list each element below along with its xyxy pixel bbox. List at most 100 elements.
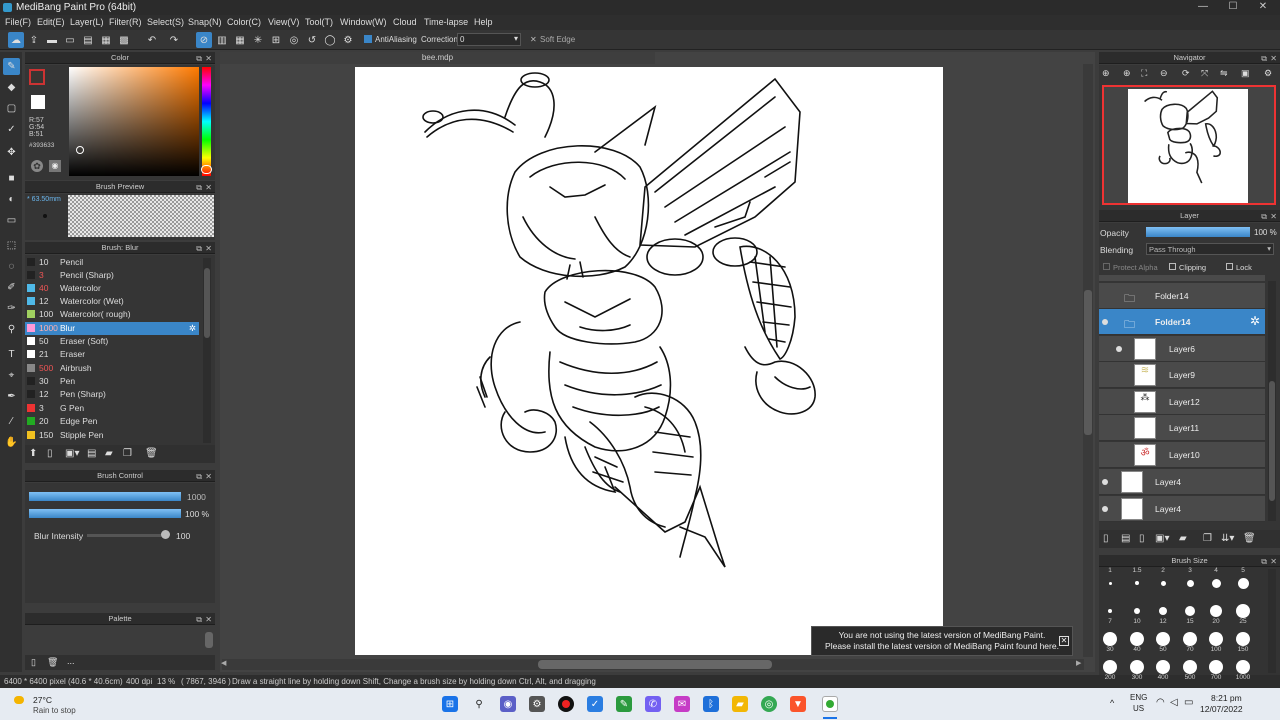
brush-size-dot[interactable]	[1236, 632, 1250, 646]
brush-item-watercolor-rough[interactable]: 100 Watercolor( rough)	[25, 308, 199, 321]
nav-settings-icon[interactable]: ⚙	[1264, 68, 1272, 79]
brush-copy-icon[interactable]: ❐	[123, 448, 132, 459]
brush-item-eraser[interactable]: 21 Eraser	[25, 348, 199, 361]
language-label[interactable]: ENG	[1130, 693, 1147, 702]
visibility-eye-icon[interactable]	[1116, 346, 1122, 352]
pen-tool-icon[interactable]: ✒	[3, 388, 20, 405]
palette-new-icon[interactable]: ▯	[31, 657, 36, 668]
snap-grid-icon[interactable]: ▦	[232, 32, 248, 48]
brush-size-dot[interactable]	[1108, 581, 1112, 585]
comment-icon[interactable]: ▬	[44, 32, 60, 48]
layer-folder-icon[interactable]: ▰	[1179, 533, 1187, 544]
frame-tool-icon[interactable]: ⌖	[3, 367, 20, 384]
feather-app-icon[interactable]: ✎	[616, 696, 632, 712]
layer-row-layer4[interactable]: Layer4	[1099, 469, 1265, 495]
layer-add-halftone-icon[interactable]: ▤	[1121, 533, 1130, 544]
dropper-tool-icon[interactable]: ⚲	[3, 321, 20, 338]
menu-tool[interactable]: Tool(T)	[305, 17, 333, 27]
weather-desc[interactable]: Rain to stop	[33, 706, 76, 715]
brush-size-dot[interactable]	[1209, 632, 1223, 646]
start-windows-icon[interactable]: ⊞	[442, 696, 458, 712]
menu-window[interactable]: Window(W)	[340, 17, 387, 27]
grid-icon[interactable]: ▩	[116, 32, 132, 48]
brush-item-edge-pen[interactable]: 20 Edge Pen	[25, 415, 199, 428]
clock-time[interactable]: 8:21 pm	[1211, 693, 1242, 703]
layer-list-scrollbar[interactable]	[1268, 281, 1276, 521]
weather-icon[interactable]	[14, 696, 24, 704]
menu-file[interactable]: File(F)	[5, 17, 31, 27]
brush-size-dot[interactable]	[1135, 581, 1139, 585]
layer-row-folder14-selected[interactable]: 🗀 Folder14 ✲	[1099, 309, 1265, 335]
brush-item-pencil-sharp[interactable]: 3 Pencil (Sharp)	[25, 269, 199, 282]
undo-icon[interactable]: ↶	[144, 32, 160, 48]
brush-properties-icon[interactable]: ▤	[87, 448, 96, 459]
brush-delete-icon[interactable]: 🗑	[145, 448, 158, 459]
menu-help[interactable]: Help	[474, 17, 493, 27]
brush-size-dot[interactable]	[1156, 660, 1170, 674]
bluetooth-app-icon[interactable]: ᛒ	[703, 696, 719, 712]
eyedropper-icon[interactable]: ⁄	[3, 413, 20, 430]
select-pen-icon[interactable]: ✐	[3, 279, 20, 296]
layer-delete-icon[interactable]: 🗑	[1243, 533, 1256, 544]
cloud-icon[interactable]: ☁	[8, 32, 24, 48]
soft-edge-label[interactable]: Soft Edge	[540, 35, 575, 44]
brush-item-airbrush[interactable]: 500 Airbrush	[25, 362, 199, 375]
notice-close-icon[interactable]: ✕	[1059, 636, 1069, 646]
hue-cursor[interactable]	[201, 165, 212, 174]
lasso-tool-icon[interactable]: ◌	[3, 258, 20, 275]
page-icon[interactable]: ▦	[98, 32, 114, 48]
brush-size-dot[interactable]	[1156, 632, 1170, 646]
redo-icon[interactable]: ↷	[166, 32, 182, 48]
visibility-eye-icon[interactable]	[1102, 506, 1108, 512]
select-eraser-icon[interactable]: ✑	[3, 300, 20, 317]
brush-opacity-value[interactable]: 100 %	[185, 509, 209, 519]
eraser-tool-icon[interactable]: ◆	[3, 79, 20, 96]
brush-item-pen-sharp[interactable]: 12 Pen (Sharp)	[25, 388, 199, 401]
layer-row-layer10[interactable]: ॐ Layer10	[1099, 442, 1265, 468]
menu-layer[interactable]: Layer(L)	[70, 17, 104, 27]
scroll-left-arrow-icon[interactable]: ◀	[221, 659, 226, 667]
layer-add-8bit-icon[interactable]: ▯	[1139, 533, 1145, 544]
nav-reset-icon[interactable]: ⤧	[1201, 68, 1208, 79]
snap-radial-icon[interactable]: ✳	[250, 32, 266, 48]
brush-list-scroll-thumb[interactable]	[204, 268, 210, 338]
maximize-button[interactable]: ☐	[1218, 1, 1248, 12]
brush-size-dot[interactable]	[1186, 579, 1194, 587]
brush-size-dot[interactable]	[1103, 660, 1117, 674]
bucket-tool-icon[interactable]: ◐	[3, 191, 20, 208]
brush-size-dot[interactable]	[1160, 580, 1166, 586]
brush-size-dot[interactable]	[1211, 578, 1221, 588]
battery-icon[interactable]: ▭	[1184, 697, 1193, 708]
protect-alpha-checkbox[interactable]	[1103, 263, 1110, 270]
soft-edge-close-icon[interactable]: ✕	[530, 35, 537, 44]
scroll-right-arrow-icon[interactable]: ▶	[1076, 659, 1081, 667]
medibang-taskbar-icon[interactable]	[822, 696, 838, 712]
layer-merge-icon[interactable]: ⇊▾	[1221, 533, 1234, 544]
close-button[interactable]: ✕	[1248, 1, 1278, 12]
brush-item-stipple-pen[interactable]: 150 Stipple Pen	[25, 429, 199, 442]
minimize-button[interactable]: —	[1188, 1, 1218, 12]
brave-icon[interactable]: ▼	[790, 696, 806, 712]
menu-cloud[interactable]: Cloud	[393, 17, 417, 27]
snap-parallel-icon[interactable]: ▥	[214, 32, 230, 48]
layer-row-layer12[interactable]: ⁂ Layer12	[1099, 389, 1265, 415]
layer-add-icon[interactable]: ▯	[1103, 533, 1109, 544]
snap-ellipse-icon[interactable]: ◯	[322, 32, 338, 48]
snap-circle-icon[interactable]: ◎	[286, 32, 302, 48]
brush-size-dot[interactable]	[1236, 604, 1250, 618]
saturation-value-picker[interactable]	[69, 67, 199, 176]
horizontal-scroll-thumb[interactable]	[538, 660, 772, 669]
brush-item-watercolor-wet[interactable]: 12 Watercolor (Wet)	[25, 295, 199, 308]
brush-size-dot[interactable]	[1237, 577, 1249, 589]
document-tab[interactable]: bee.mdp	[220, 52, 655, 64]
update-notice-line2[interactable]: Please install the latest version of Med…	[812, 641, 1072, 652]
layer-row-layer4-second[interactable]: Layer4	[1099, 496, 1265, 522]
lock-checkbox[interactable]	[1226, 263, 1233, 270]
nav-actual-size-icon[interactable]: ▣	[1241, 68, 1250, 79]
menu-edit[interactable]: Edit(E)	[37, 17, 65, 27]
magic-wand-icon[interactable]: ✓	[3, 121, 20, 138]
clipping-checkbox[interactable]	[1169, 263, 1176, 270]
update-notice[interactable]: You are not using the latest version of …	[811, 626, 1073, 656]
brush-settings-icon[interactable]: ✲	[189, 323, 196, 334]
brush-size-dot[interactable]	[1134, 608, 1140, 614]
